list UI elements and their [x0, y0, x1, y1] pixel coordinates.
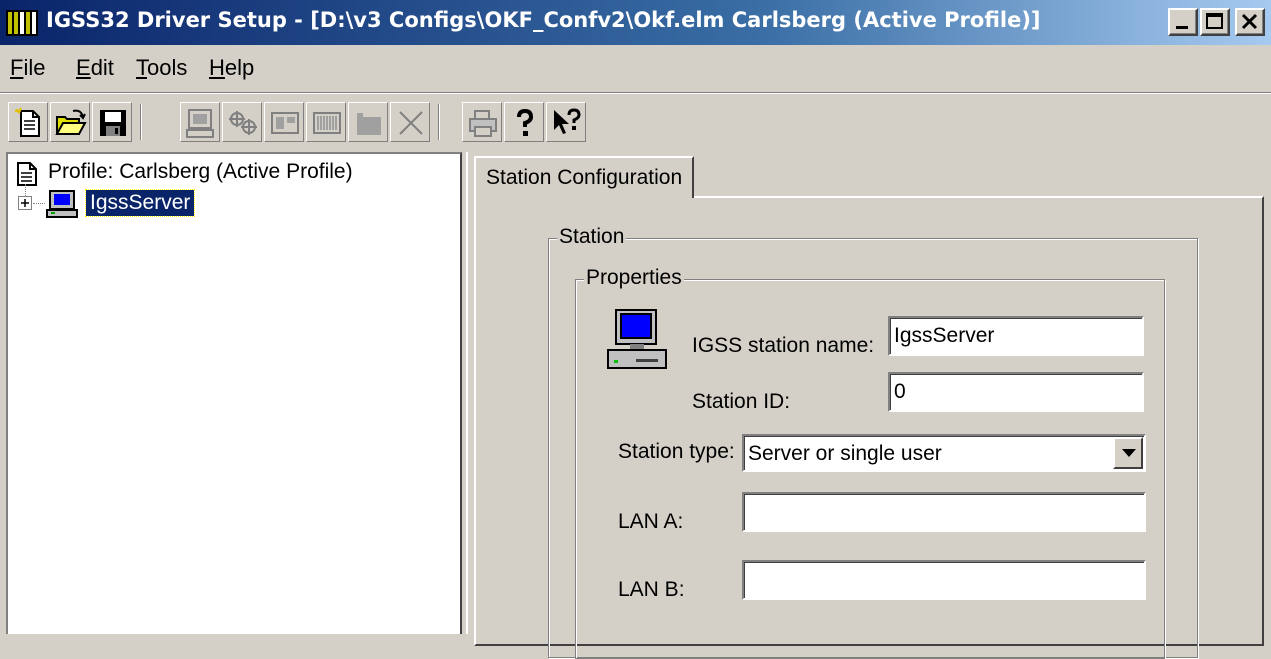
maximize-button[interactable]: [1200, 8, 1230, 36]
chevron-down-icon: [1122, 449, 1136, 457]
toolbar-gap: [140, 104, 142, 140]
window-title: IGSS32 Driver Setup - [D:\v3 Configs\OKF…: [46, 8, 1041, 32]
station-group-label: Station: [557, 225, 627, 249]
tree-line-h: [33, 203, 45, 204]
menu-file-hotkey: F: [10, 55, 24, 80]
expand-icon[interactable]: [18, 196, 32, 210]
document-icon: [17, 162, 37, 186]
add-driver-button[interactable]: [222, 102, 262, 142]
station-id-input[interactable]: 0: [888, 372, 1144, 412]
menu-edit[interactable]: Edit: [76, 55, 114, 81]
menu-help-hotkey: H: [209, 55, 225, 80]
print-icon: [469, 110, 497, 137]
add-station-button[interactable]: [180, 102, 220, 142]
profile-tree[interactable]: Profile: Carlsberg (Active Profile) Igss…: [6, 152, 462, 634]
menu-tools-hotkey: T: [136, 55, 147, 80]
close-icon: [1241, 13, 1258, 30]
lan-b-input[interactable]: [742, 560, 1146, 600]
menu-tools[interactable]: Tools: [136, 55, 187, 81]
station-computer-icon: [607, 309, 667, 369]
dropdown-button[interactable]: [1113, 437, 1143, 469]
tree-root-label: Profile: Carlsberg (Active Profile): [48, 160, 353, 183]
print-button[interactable]: [462, 102, 502, 142]
minimize-button[interactable]: [1168, 8, 1198, 36]
open-folder-icon: [55, 109, 87, 135]
add-station-icon: [186, 109, 214, 138]
add-rack-button[interactable]: [306, 102, 346, 142]
station-type-label: Station type:: [618, 440, 735, 463]
help-button[interactable]: [504, 102, 544, 142]
menu-edit-label: dit: [90, 55, 114, 80]
context-help-button[interactable]: [546, 102, 586, 142]
menu-help-label: elp: [224, 55, 255, 80]
station-type-select[interactable]: Server or single user: [742, 434, 1146, 472]
menu-help[interactable]: Help: [209, 55, 254, 81]
menu-file[interactable]: File: [10, 55, 45, 81]
new-button[interactable]: [8, 102, 48, 142]
add-module-button[interactable]: [348, 102, 388, 142]
new-document-icon: [15, 107, 40, 137]
save-icon: [100, 110, 126, 136]
menu-edit-hotkey: E: [76, 55, 91, 80]
add-interface-button[interactable]: [264, 102, 304, 142]
add-interface-icon: [271, 112, 299, 134]
toolbar: [0, 94, 1271, 150]
add-driver-icon: [229, 111, 257, 135]
tree-node-label: IgssServer: [84, 189, 196, 217]
station-name-label: IGSS station name:: [692, 334, 875, 357]
maximize-icon: [1206, 13, 1223, 29]
station-name-input[interactable]: IgssServer: [888, 316, 1144, 356]
properties-groupbox: Properties IGSS station name: IgssServer…: [575, 266, 1165, 659]
menu-file-label: ile: [23, 55, 46, 80]
station-groupbox: Station Properties IGSS station name: Ig…: [548, 225, 1198, 659]
add-rack-icon: [313, 112, 341, 134]
minimize-icon: [1176, 26, 1188, 29]
properties-group-label: Properties: [584, 266, 684, 290]
add-module-icon: [357, 113, 381, 135]
lan-a-label: LAN A:: [618, 510, 684, 533]
open-button[interactable]: [50, 102, 90, 142]
lan-a-input[interactable]: [742, 492, 1146, 532]
menu-tools-label: ools: [147, 55, 188, 80]
station-id-label: Station ID:: [692, 390, 791, 413]
delete-icon: [399, 111, 423, 135]
close-button[interactable]: [1235, 8, 1265, 36]
tab-panel: Station Properties IGSS station name: Ig…: [474, 196, 1264, 659]
station-type-value: Server or single user: [748, 442, 942, 465]
computer-icon: [46, 190, 78, 218]
menu-bar: File Edit Tools Help: [0, 45, 1271, 91]
lan-b-label: LAN B:: [618, 578, 685, 601]
title-bar[interactable]: IGSS32 Driver Setup - [D:\v3 Configs\OKF…: [0, 0, 1271, 45]
save-button[interactable]: [92, 102, 132, 142]
delete-button[interactable]: [390, 102, 430, 142]
station-config-pane: Station Configuration Station Properties…: [466, 152, 1271, 659]
tab-station-configuration[interactable]: Station Configuration: [474, 156, 695, 198]
toolbar-gap-2: [438, 104, 440, 140]
help-icon: [517, 108, 534, 136]
app-icon: [6, 10, 38, 36]
context-help-icon: [554, 108, 581, 134]
tree-line: [25, 184, 26, 196]
